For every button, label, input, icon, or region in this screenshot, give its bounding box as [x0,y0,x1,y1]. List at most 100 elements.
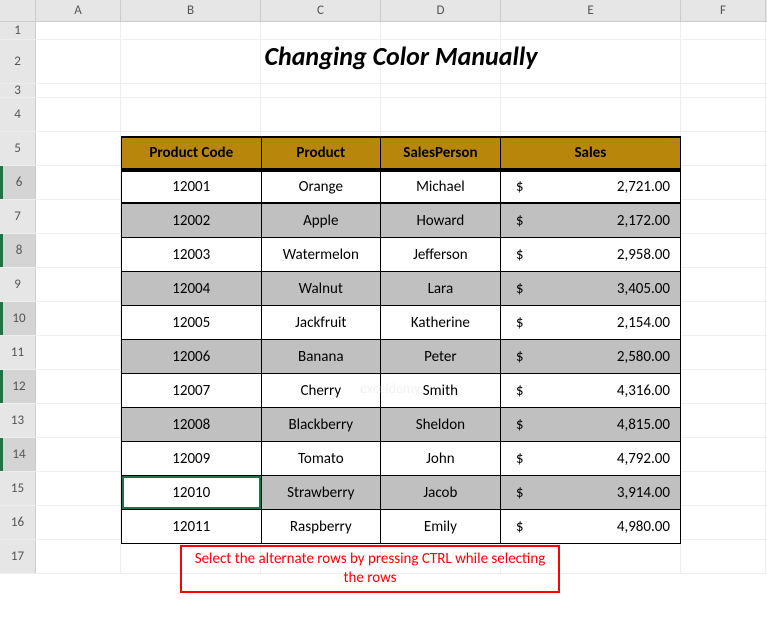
cell-product[interactable]: Walnut [262,272,382,305]
cell-F1[interactable] [681,22,766,39]
cell-A8[interactable] [36,234,121,267]
cell-A14[interactable] [36,438,121,471]
cell-salesperson[interactable]: Howard [381,204,501,237]
cell-salesperson[interactable]: Jefferson [381,238,501,271]
table-row[interactable]: 12003WatermelonJefferson$2,958.00 [121,238,681,272]
row-header-17[interactable]: 17 [0,540,36,573]
cell-product-code[interactable]: 12011 [122,510,262,543]
row-header-13[interactable]: 13 [0,404,36,437]
cell-product-code[interactable]: 12008 [122,408,262,441]
cell-A4[interactable] [36,98,121,131]
cell-product-code[interactable]: 12010 [122,476,262,509]
cell-salesperson[interactable]: Peter [381,340,501,373]
row-header-6[interactable]: 6 [0,166,36,199]
cell-A5[interactable] [36,132,121,165]
cell-A6[interactable] [36,166,121,199]
cell-sales[interactable]: $4,815.00 [501,408,680,441]
cell-product[interactable]: Strawberry [262,476,382,509]
cell-A1[interactable] [36,22,121,39]
cell-salesperson[interactable]: Jacob [381,476,501,509]
table-row[interactable]: 12011RaspberryEmily$4,980.00 [121,510,681,544]
cell-F12[interactable] [681,370,766,403]
cell-product[interactable]: Blackberry [262,408,382,441]
table-row[interactable]: 12002AppleHoward$2,172.00 [121,204,681,238]
cell-product[interactable]: Banana [262,340,382,373]
row-header-9[interactable]: 9 [0,268,36,301]
col-header-C[interactable]: C [261,0,381,21]
cell-product[interactable]: Orange [262,172,382,202]
row-header-4[interactable]: 4 [0,98,36,131]
col-header-B[interactable]: B [121,0,261,21]
cell-product[interactable]: Tomato [262,442,382,475]
cell-F8[interactable] [681,234,766,267]
cell-sales[interactable]: $4,316.00 [501,374,680,407]
col-header-A[interactable]: A [36,0,121,21]
row-header-8[interactable]: 8 [0,234,36,267]
cell-F16[interactable] [681,506,766,539]
row-header-11[interactable]: 11 [0,336,36,369]
header-product[interactable]: Product [262,138,382,168]
cell-A10[interactable] [36,302,121,335]
table-row[interactable]: 12008BlackberrySheldon$4,815.00 [121,408,681,442]
cell-F3[interactable] [681,84,766,97]
cell-F5[interactable] [681,132,766,165]
cell-F7[interactable] [681,200,766,233]
col-header-E[interactable]: E [501,0,681,21]
cell-F11[interactable] [681,336,766,369]
cell-salesperson[interactable]: Lara [381,272,501,305]
row-header-5[interactable]: 5 [0,132,36,165]
table-row[interactable]: 12010StrawberryJacob$3,914.00 [121,476,681,510]
cell-B3[interactable] [121,84,261,97]
cell-salesperson[interactable]: John [381,442,501,475]
cell-A3[interactable] [36,84,121,97]
header-product-code[interactable]: Product Code [122,138,262,168]
cell-F10[interactable] [681,302,766,335]
row-header-1[interactable]: 1 [0,22,36,39]
cell-product-code[interactable]: 12006 [122,340,262,373]
cell-F13[interactable] [681,404,766,437]
row-header-10[interactable]: 10 [0,302,36,335]
header-salesperson[interactable]: SalesPerson [381,138,501,168]
cell-product[interactable]: Jackfruit [262,306,382,339]
row-header-2[interactable]: 2 [0,40,36,83]
cell-D4[interactable] [381,98,501,131]
table-row[interactable]: 12001OrangeMichael$2,721.00 [121,170,681,204]
cell-F2[interactable] [681,40,766,83]
cell-product-code[interactable]: 12001 [122,172,262,202]
cell-product[interactable]: Watermelon [262,238,382,271]
cell-salesperson[interactable]: Emily [381,510,501,543]
row-header-14[interactable]: 14 [0,438,36,471]
cell-F17[interactable] [681,540,766,573]
row-header-7[interactable]: 7 [0,200,36,233]
col-header-D[interactable]: D [381,0,501,21]
cell-sales[interactable]: $2,172.00 [501,204,680,237]
cell-sales[interactable]: $2,580.00 [501,340,680,373]
cell-A16[interactable] [36,506,121,539]
cell-A2[interactable] [36,40,121,83]
row-header-15[interactable]: 15 [0,472,36,505]
cell-product-code[interactable]: 12002 [122,204,262,237]
cell-product-code[interactable]: 12003 [122,238,262,271]
cell-F14[interactable] [681,438,766,471]
cell-sales[interactable]: $3,405.00 [501,272,680,305]
cell-A17[interactable] [36,540,121,573]
cell-sales[interactable]: $2,958.00 [501,238,680,271]
cell-E3[interactable] [501,84,681,97]
cell-F9[interactable] [681,268,766,301]
cell-sales[interactable]: $4,792.00 [501,442,680,475]
row-header-12[interactable]: 12 [0,370,36,403]
cell-A9[interactable] [36,268,121,301]
cell-salesperson[interactable]: Katherine [381,306,501,339]
cell-F4[interactable] [681,98,766,131]
col-header-F[interactable]: F [681,0,766,21]
cell-product-code[interactable]: 12009 [122,442,262,475]
cell-product[interactable]: Apple [262,204,382,237]
cell-product-code[interactable]: 12005 [122,306,262,339]
cell-C1[interactable] [261,22,381,39]
cell-salesperson[interactable]: Michael [381,172,501,202]
cell-B4[interactable] [121,98,261,131]
cell-sales[interactable]: $4,980.00 [501,510,680,543]
table-row[interactable]: 12006BananaPeter$2,580.00 [121,340,681,374]
row-header-3[interactable]: 3 [0,84,36,97]
cell-sales[interactable]: $2,721.00 [501,172,680,202]
